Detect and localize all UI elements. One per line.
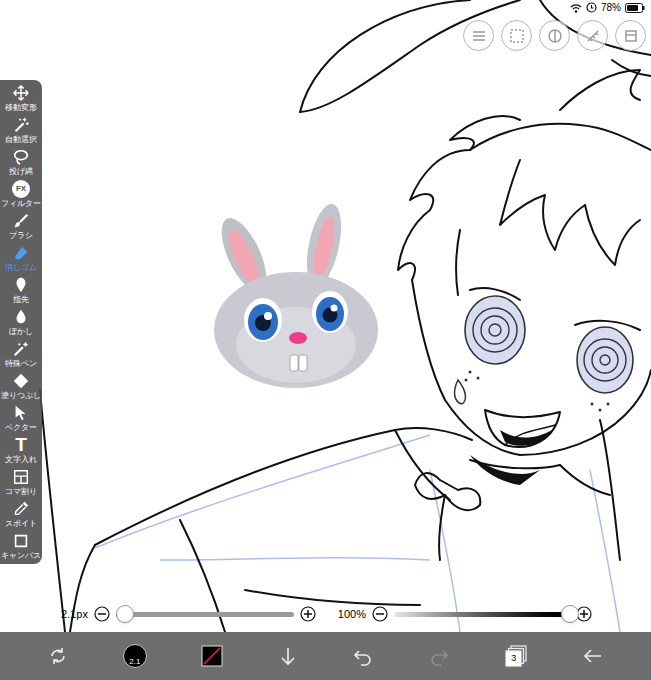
plus-icon[interactable] [300, 606, 316, 622]
tool-item[interactable]: スポイト [0, 498, 42, 530]
material-icon[interactable] [615, 20, 646, 51]
tool-label: コマ割り [5, 488, 37, 496]
minus-icon[interactable] [372, 606, 388, 622]
tool-label: ブラシ [9, 232, 33, 240]
tool-item[interactable]: ブラシ [0, 210, 42, 242]
top-actions [463, 20, 646, 51]
tool-label: 指先 [13, 296, 29, 304]
tool-label: 投げ縄 [9, 168, 33, 176]
selection-icon[interactable] [501, 20, 532, 51]
tool-panel: 移動変形自動選択投げ縄 FX フィルターブラシ消しゴム指先ぼかし特殊ペン塗りつぶしベ… [0, 80, 42, 564]
tool-label: ぼかし [9, 328, 33, 336]
tool-label: 自動選択 [5, 136, 37, 144]
tool-item[interactable]: 自動選択 [0, 114, 42, 146]
tool-item[interactable]: FX フィルター [0, 178, 42, 210]
tool-item[interactable]: コマ割り [0, 466, 42, 498]
tool-item[interactable]: 投げ縄 [0, 146, 42, 178]
slider-reading: 2.1px [58, 606, 88, 623]
clock-icon [586, 2, 597, 13]
slider-row: 2.1px 100% [58, 604, 592, 624]
battery-level: 78% [601, 3, 621, 13]
tool-item[interactable]: 指先 [0, 274, 42, 306]
lasso-icon [12, 148, 30, 166]
magic-wand-icon [12, 116, 30, 134]
tool-item[interactable]: 特殊ペン [0, 338, 42, 370]
tool-item[interactable]: 消しゴム [0, 242, 42, 274]
tool-item[interactable]: ぼかし [0, 306, 42, 338]
slider-track [116, 612, 294, 617]
filter-icon: FX [12, 180, 30, 198]
tool-item[interactable]: ベクター [0, 402, 42, 434]
down-arrow-icon[interactable] [277, 645, 299, 667]
app: 78% 移動変形自動選択投げ縄 FX フィルターブラシ消しゴム指先ぼかし特殊ペン塗り… [0, 0, 651, 680]
tool-label: 移動変形 [5, 104, 37, 112]
back-arrow-icon[interactable] [582, 645, 604, 667]
tool-label: 文字入れ [5, 456, 37, 464]
slider-fill [394, 612, 570, 617]
slider-track [394, 612, 570, 617]
slider-reading: 100% [336, 606, 366, 623]
tool-item[interactable]: 塗りつぶし [0, 370, 42, 402]
tool-item[interactable]: キャンバス [0, 530, 42, 562]
battery-icon [625, 3, 645, 13]
finger-icon [12, 276, 30, 294]
tool-label: ベクター [5, 424, 37, 432]
tool-label: 特殊ペン [5, 360, 37, 368]
reference-icon[interactable] [539, 20, 570, 51]
move-icon [12, 84, 30, 102]
bunny-sticker [213, 201, 378, 388]
opacity-slider[interactable] [394, 604, 570, 624]
tool-label: スポイト [5, 520, 37, 528]
line-art [0, 0, 651, 632]
tool-label: キャンバス [1, 552, 41, 560]
brush-size-slider[interactable] [116, 604, 294, 624]
layers-button[interactable]: 3 [504, 644, 528, 668]
status-bar: 78% [570, 2, 645, 13]
wifi-icon [570, 3, 582, 13]
text-icon: T [15, 436, 27, 454]
tool-label: 塗りつぶし [1, 392, 41, 400]
rotate-icon[interactable] [47, 645, 69, 667]
special-pen-icon [12, 340, 30, 358]
tool-label: フィルター [1, 200, 41, 208]
brush-size-button[interactable]: 2.1 [123, 644, 147, 668]
bucket-icon [12, 372, 30, 390]
bottom-toolbar: 2.13 [0, 632, 651, 680]
color-swatch-icon[interactable] [201, 645, 223, 667]
tool-label: 消しゴム [5, 264, 37, 272]
frame-divider-icon [12, 468, 30, 486]
eyedropper-icon [12, 500, 30, 518]
slider-knob[interactable] [116, 605, 134, 623]
minus-icon[interactable] [94, 606, 110, 622]
menu-icon[interactable] [463, 20, 494, 51]
ruler-icon[interactable] [577, 20, 608, 51]
blur-icon [12, 308, 30, 326]
tool-item[interactable]: 移動変形 [0, 82, 42, 114]
slider-knob[interactable] [561, 605, 579, 623]
layer-count: 3 [506, 651, 521, 666]
eraser-icon [12, 244, 30, 262]
undo-icon[interactable] [352, 645, 374, 667]
drawing-canvas[interactable]: 78% 移動変形自動選択投げ縄 FX フィルターブラシ消しゴム指先ぼかし特殊ペン塗り… [0, 0, 651, 632]
redo-icon[interactable] [428, 645, 450, 667]
vector-icon [12, 404, 30, 422]
tool-item[interactable]: T 文字入れ [0, 434, 42, 466]
brush-size-label: 2.1 [129, 657, 140, 667]
canvas-icon [12, 532, 30, 550]
brush-icon [12, 212, 30, 230]
